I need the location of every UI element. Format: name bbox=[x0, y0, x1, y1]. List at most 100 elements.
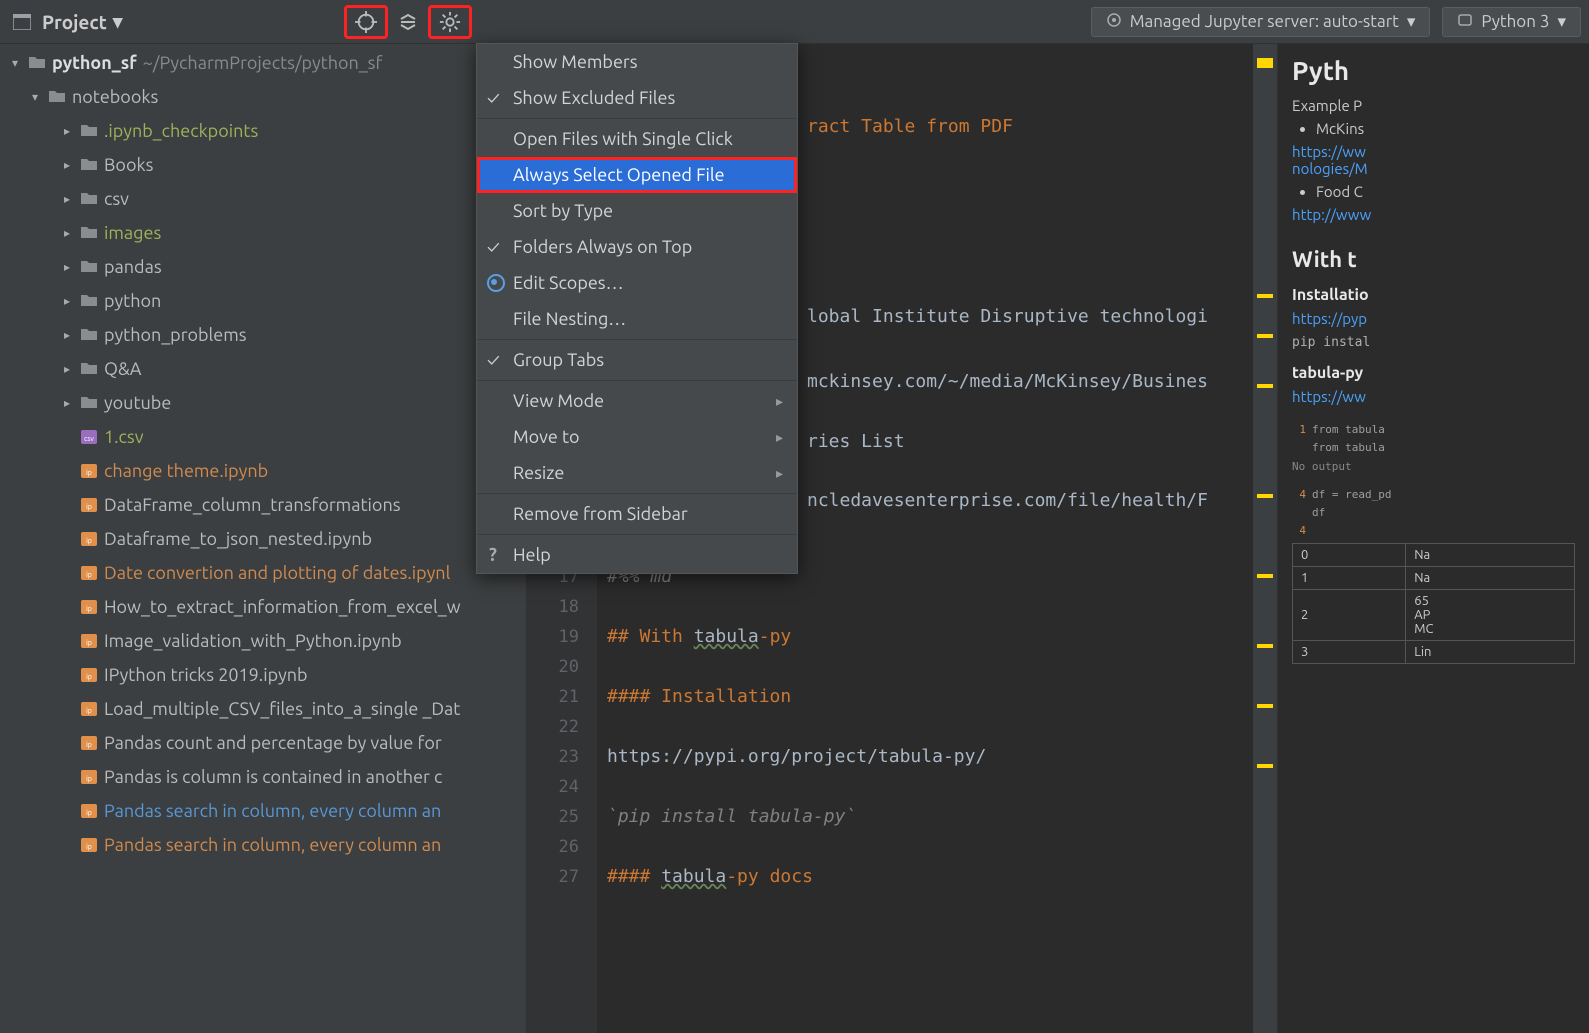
svg-text:ip: ip bbox=[86, 775, 92, 783]
ipynb-icon: ip bbox=[80, 837, 98, 853]
menu-show-members[interactable]: Show Members bbox=[477, 44, 797, 80]
preview-link[interactable]: https://pyp bbox=[1292, 310, 1575, 327]
file-change-theme[interactable]: ip change theme.ipynb bbox=[0, 454, 526, 488]
chevron-right-icon: ▸ bbox=[60, 294, 74, 308]
code-line bbox=[597, 712, 1277, 742]
table-cell: 65APMC bbox=[1406, 590, 1575, 641]
code-area[interactable]: #%% md ## With tabula-py #### Installati… bbox=[597, 562, 1277, 1033]
menu-remove-sidebar[interactable]: Remove from Sidebar bbox=[477, 496, 797, 532]
table-cell: Na bbox=[1406, 544, 1575, 567]
table-cell: 2 bbox=[1293, 590, 1406, 641]
folder-label: pandas bbox=[104, 257, 162, 277]
folder-icon bbox=[80, 122, 98, 141]
list-item: McKins bbox=[1316, 120, 1575, 137]
chevron-down-icon: ▾ bbox=[28, 90, 42, 104]
file-label: IPython tricks 2019.ipynb bbox=[104, 665, 308, 685]
file-label: Pandas is column is contained in another… bbox=[104, 767, 442, 787]
folder-ipynb-checkpoints[interactable]: ▸ .ipynb_checkpoints bbox=[0, 114, 526, 148]
file-ipython-tricks[interactable]: ip IPython tricks 2019.ipynb bbox=[0, 658, 526, 692]
gutter: 17 18 19 20 21 22 23 24 25 26 27 bbox=[527, 562, 597, 1033]
folder-youtube[interactable]: ▸ youtube bbox=[0, 386, 526, 420]
preview-link[interactable]: nologies/M bbox=[1292, 160, 1575, 177]
code-line: https://pypi.org/project/tabula-py/ bbox=[597, 742, 1277, 772]
chevron-right-icon: ▸ bbox=[776, 429, 783, 446]
folder-label: .ipynb_checkpoints bbox=[104, 121, 258, 141]
preview-h4: tabula-py bbox=[1292, 364, 1575, 382]
file-dataframe-col-trans[interactable]: ip DataFrame_column_transformations bbox=[0, 488, 526, 522]
preview-link[interactable]: https://ww bbox=[1292, 143, 1575, 160]
folder-python[interactable]: ▸ python bbox=[0, 284, 526, 318]
folder-label: youtube bbox=[104, 393, 171, 413]
preview-panel: Pyth Example P McKins https://ww nologie… bbox=[1277, 44, 1589, 1033]
folder-images[interactable]: ▸ images bbox=[0, 216, 526, 250]
file-pandas-search-2[interactable]: ip Pandas search in column, every column… bbox=[0, 828, 526, 862]
file-dataframe-json[interactable]: ip Dataframe_to_json_nested.ipynb bbox=[0, 522, 526, 556]
minimap[interactable] bbox=[1253, 44, 1277, 1033]
menu-edit-scopes[interactable]: Edit Scopes… bbox=[477, 265, 797, 301]
file-1csv[interactable]: csv 1.csv bbox=[0, 420, 526, 454]
gear-icon[interactable] bbox=[428, 5, 472, 39]
file-pandas-count[interactable]: ip Pandas count and percentage by value … bbox=[0, 726, 526, 760]
project-root-path: ~/PycharmProjects/python_sf bbox=[143, 53, 383, 73]
project-sidebar: ▾ python_sf ~/PycharmProjects/python_sf … bbox=[0, 44, 527, 1033]
menu-show-excluded[interactable]: Show Excluded Files bbox=[477, 80, 797, 116]
folder-qa[interactable]: ▸ Q&A bbox=[0, 352, 526, 386]
chevron-down-icon: ▾ bbox=[8, 56, 22, 70]
svg-text:ip: ip bbox=[86, 537, 92, 545]
file-image-validation[interactable]: ip Image_validation_with_Python.ipynb bbox=[0, 624, 526, 658]
menu-open-single-click[interactable]: Open Files with Single Click bbox=[477, 121, 797, 157]
preview-link[interactable]: http://www bbox=[1292, 206, 1575, 223]
ipynb-icon: ip bbox=[80, 531, 98, 547]
gutter-line: 23 bbox=[527, 742, 579, 772]
chevron-right-icon: ▸ bbox=[60, 396, 74, 410]
python-label: Python 3 bbox=[1481, 12, 1549, 31]
menu-move-to[interactable]: Move to▸ bbox=[477, 419, 797, 455]
code-line: from tabula bbox=[1312, 423, 1385, 436]
ipynb-icon: ip bbox=[80, 599, 98, 615]
menu-group-tabs[interactable]: Group Tabs bbox=[477, 342, 797, 378]
file-label: 1.csv bbox=[104, 427, 144, 447]
menu-always-select-opened[interactable]: Always Select Opened File bbox=[477, 157, 797, 193]
folder-label: notebooks bbox=[72, 87, 158, 107]
folder-csv[interactable]: ▸ csv bbox=[0, 182, 526, 216]
project-root-row[interactable]: ▾ python_sf ~/PycharmProjects/python_sf bbox=[0, 46, 526, 80]
menu-folders-on-top[interactable]: Folders Always on Top bbox=[477, 229, 797, 265]
table-cell: Na bbox=[1406, 567, 1575, 590]
file-pandas-search-1[interactable]: ip Pandas search in column, every column… bbox=[0, 794, 526, 828]
file-load-multiple-csv[interactable]: ip Load_multiple_CSV_files_into_a_single… bbox=[0, 692, 526, 726]
folder-notebooks[interactable]: ▾ notebooks bbox=[0, 80, 526, 114]
menu-help[interactable]: Help bbox=[477, 537, 797, 573]
menu-view-mode[interactable]: View Mode▸ bbox=[477, 383, 797, 419]
svg-text:ip: ip bbox=[86, 843, 92, 851]
menu-sort-by-type[interactable]: Sort by Type bbox=[477, 193, 797, 229]
file-extract-excel[interactable]: ip How_to_extract_information_from_excel… bbox=[0, 590, 526, 624]
python-interpreter-selector[interactable]: Python 3 ▾ bbox=[1442, 7, 1581, 37]
folder-pandas[interactable]: ▸ pandas bbox=[0, 250, 526, 284]
gutter-line: 21 bbox=[527, 682, 579, 712]
code-line: `pip install tabula-py` bbox=[607, 806, 856, 827]
folder-label: csv bbox=[104, 189, 129, 209]
python-icon bbox=[1457, 12, 1473, 32]
code-line bbox=[597, 592, 1277, 622]
file-label: Load_multiple_CSV_files_into_a_single _D… bbox=[104, 699, 460, 719]
preview-h2: With t bbox=[1292, 247, 1575, 272]
code-line: #### Installation bbox=[607, 686, 791, 707]
chevron-down-icon: ▾ bbox=[1407, 12, 1416, 32]
chevron-right-icon: ▸ bbox=[60, 260, 74, 274]
collapse-all-icon[interactable] bbox=[394, 8, 422, 36]
folder-books[interactable]: ▸ Books bbox=[0, 148, 526, 182]
chevron-down-icon: ▾ bbox=[1557, 12, 1566, 32]
jupyter-server-selector[interactable]: Managed Jupyter server: auto-start ▾ bbox=[1091, 7, 1431, 37]
menu-resize[interactable]: Resize▸ bbox=[477, 455, 797, 491]
menu-file-nesting[interactable]: File Nesting… bbox=[477, 301, 797, 337]
svg-text:csv: csv bbox=[84, 435, 94, 443]
folder-icon bbox=[80, 190, 98, 209]
file-date-convertion[interactable]: ip Date convertion and plotting of dates… bbox=[0, 556, 526, 590]
file-pandas-column-contained[interactable]: ip Pandas is column is contained in anot… bbox=[0, 760, 526, 794]
locate-icon[interactable] bbox=[344, 5, 388, 39]
svg-text:ip: ip bbox=[86, 571, 92, 579]
folder-python-problems[interactable]: ▸ python_problems bbox=[0, 318, 526, 352]
file-label: Image_validation_with_Python.ipynb bbox=[104, 631, 402, 651]
preview-link[interactable]: https://ww bbox=[1292, 388, 1575, 405]
project-selector[interactable]: Project ▾ bbox=[8, 8, 122, 36]
